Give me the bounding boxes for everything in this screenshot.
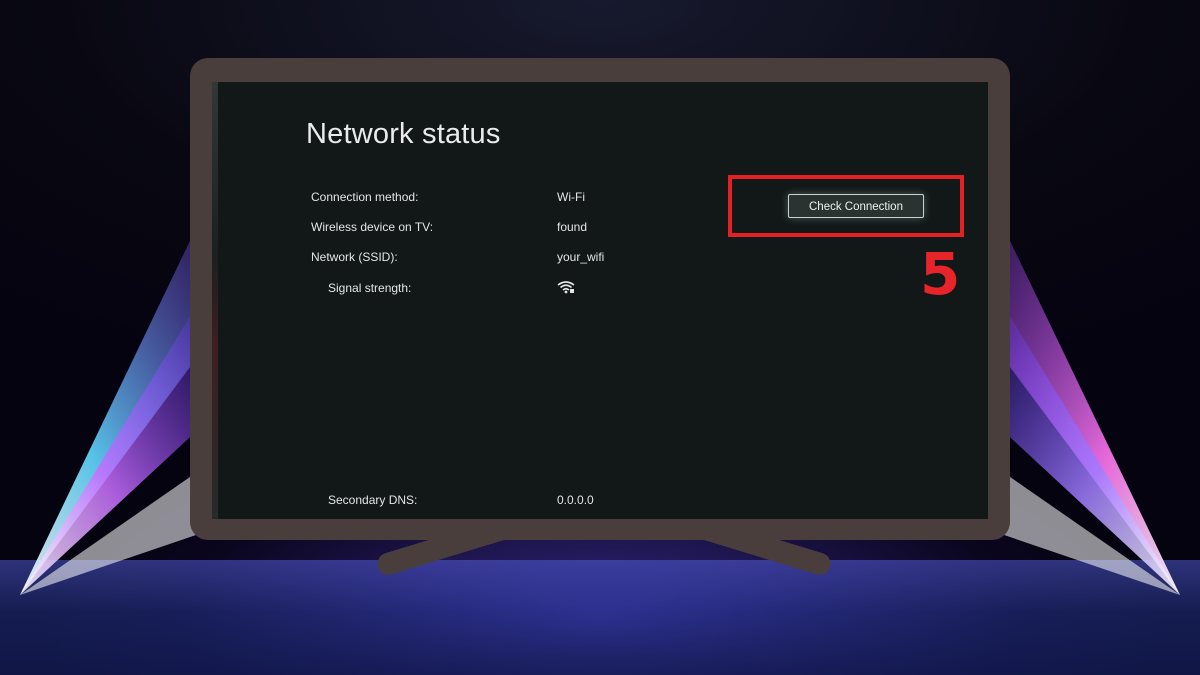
row-label: Secondary DNS:	[328, 493, 418, 507]
tv-frame: Network status Connection method: Wi-Fi …	[190, 58, 1010, 540]
row-label: Wireless device on TV:	[311, 220, 434, 234]
row-label: Network (SSID):	[311, 250, 398, 264]
screen-edge-strip	[212, 82, 218, 519]
step-number-label: 5	[920, 240, 961, 308]
row-value: Wi-Fi	[557, 190, 585, 204]
row-value: found	[557, 220, 588, 234]
tv-screen: Network status Connection method: Wi-Fi …	[212, 82, 988, 519]
row-label: Connection method:	[311, 190, 419, 204]
step-highlight-box	[728, 175, 964, 237]
row-value: your_wifi	[557, 250, 605, 264]
wifi-signal-icon	[557, 281, 575, 294]
row-label: Signal strength:	[328, 281, 412, 295]
promo-stage: Network status Connection method: Wi-Fi …	[0, 0, 1200, 675]
row-value: 0.0.0.0	[557, 493, 594, 507]
page-title: Network status	[306, 118, 501, 150]
